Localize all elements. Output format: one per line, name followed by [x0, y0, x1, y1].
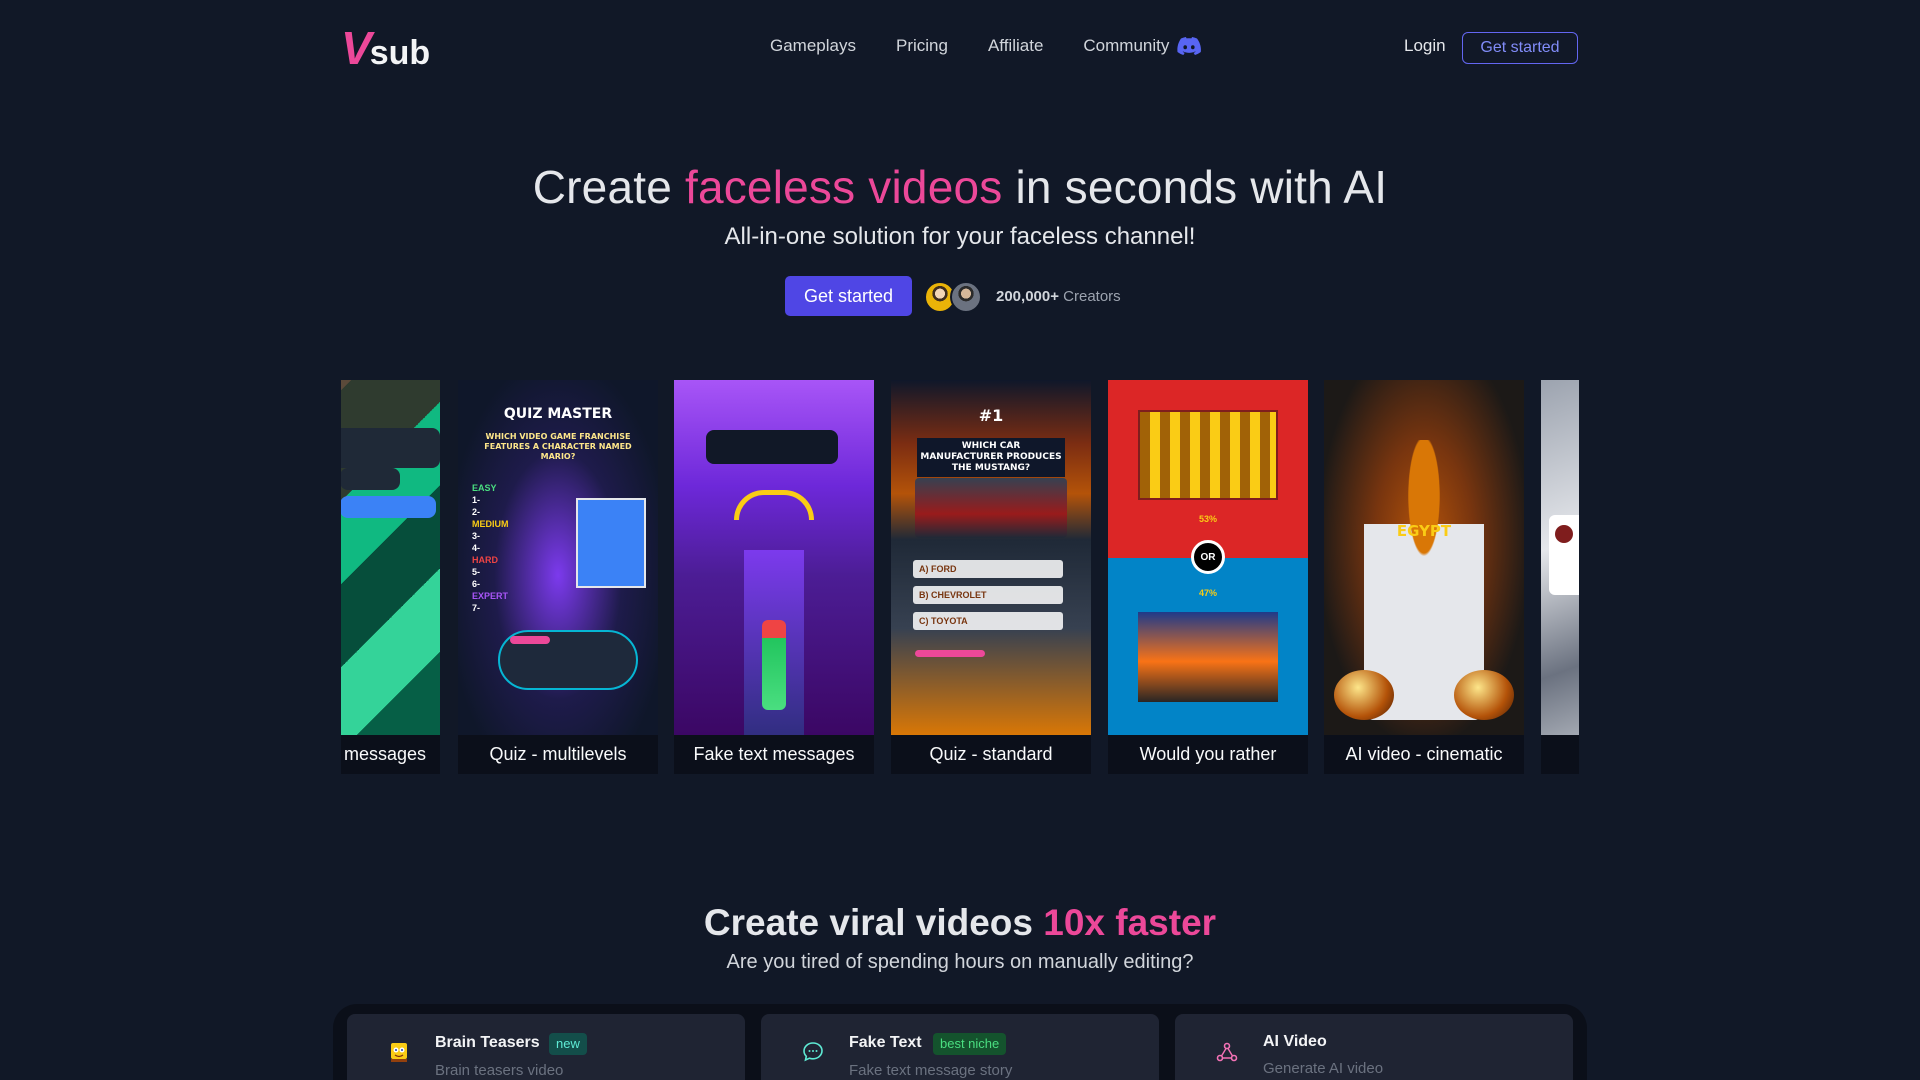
- option-a-percent: 53%: [1198, 514, 1217, 524]
- creators-label: Creators: [1058, 288, 1121, 305]
- nav-link-gameplays[interactable]: Gameplays: [770, 36, 856, 56]
- section-subtitle: Are you tired of spending hours on manua…: [726, 951, 1194, 973]
- feature-description: Generate AI video: [1263, 1060, 1384, 1077]
- feature-name: AI Video: [1263, 1033, 1327, 1050]
- quiz-master-title: QUIZ MASTER: [503, 406, 613, 422]
- hero-title: Create faceless videos in seconds with A…: [0, 160, 1920, 214]
- card-label: Quiz - standard: [929, 744, 1053, 764]
- section-title: Create viral videos 10x faster: [0, 902, 1920, 944]
- section-title-accent: 10x faster: [1043, 902, 1217, 943]
- nav-link-community-label: Community: [1083, 36, 1170, 55]
- nav-link-affiliate[interactable]: Affiliate: [988, 36, 1043, 56]
- nav-link-pricing[interactable]: Pricing: [896, 36, 948, 56]
- carousel-card-partial[interactable]: [1541, 380, 1579, 774]
- nav-get-started-button[interactable]: Get started: [1462, 32, 1578, 64]
- ai-nodes-icon: [1215, 1040, 1239, 1064]
- vsub-logo[interactable]: V sub: [341, 22, 431, 74]
- quiz-option: C) TOYOTA: [913, 612, 1063, 630]
- feature-description: Brain teasers video: [435, 1062, 564, 1079]
- hero-title-prefix: Create: [532, 161, 685, 213]
- discord-icon: [1177, 37, 1202, 55]
- creators-count: 200,000+ Creators: [996, 288, 1121, 305]
- or-badge: OR: [1191, 540, 1225, 574]
- section-title-prefix: Create viral videos: [703, 902, 1044, 943]
- card-thumbnail: [341, 380, 440, 735]
- feature-card-fake-text[interactable]: Fake Text best niche Fake text message s…: [761, 1014, 1159, 1080]
- creator-avatars: [924, 281, 982, 313]
- sunset-image: [1138, 612, 1278, 702]
- nav-link-community[interactable]: Community: [1083, 36, 1202, 56]
- card-label: [1541, 735, 1579, 774]
- quiz-question: WHICH CAR MANUFACTURER PRODUCES THE MUST…: [917, 438, 1065, 477]
- top-navigation: V sub Gameplays Pricing Affiliate Commun…: [0, 0, 1920, 96]
- logo-text: sub: [369, 34, 431, 72]
- quiz-rank: #1: [978, 406, 1004, 425]
- best-niche-badge: best niche: [933, 1033, 1007, 1055]
- avatar: [950, 281, 982, 313]
- hero-title-suffix: in seconds with AI: [1002, 161, 1388, 213]
- coins-image: [1138, 410, 1278, 500]
- card-label: Quiz - multilevels: [489, 744, 627, 764]
- creators-number: 200,000+: [996, 288, 1059, 305]
- card-thumbnail: EGYPT: [1324, 380, 1524, 735]
- card-label: Fake text messages: [693, 744, 855, 764]
- new-badge: new: [549, 1033, 587, 1055]
- hero-subtitle: All-in-one solution for your faceless ch…: [724, 223, 1196, 250]
- carousel-card-messages[interactable]: messages: [341, 380, 440, 774]
- carousel-card-fake-text-messages[interactable]: Fake text messages: [674, 380, 874, 774]
- nav-links: Gameplays Pricing Affiliate Community: [770, 36, 1202, 56]
- carousel-card-would-you-rather[interactable]: 53% OR 47% Would you rather: [1108, 380, 1308, 774]
- sponge-character-icon: [387, 1040, 411, 1064]
- card-label: Would you rather: [1139, 744, 1277, 764]
- quiz-option: A) FORD: [913, 560, 1063, 578]
- quiz-option: B) CHEVROLET: [913, 586, 1063, 604]
- card-thumbnail: [1541, 380, 1579, 735]
- card-thumbnail: #1 WHICH CAR MANUFACTURER PRODUCES THE M…: [891, 380, 1091, 735]
- carousel-card-ai-video-cinematic[interactable]: EGYPT AI video - cinematic: [1324, 380, 1524, 774]
- gameplay-carousel[interactable]: messages QUIZ MASTER WHICH VIDEO GAME FR…: [341, 380, 1579, 774]
- card-thumbnail: 53% OR 47%: [1108, 380, 1308, 735]
- card-thumbnail: [674, 380, 874, 735]
- egypt-caption: EGYPT: [1396, 522, 1452, 540]
- card-label: AI video - cinematic: [1345, 744, 1503, 764]
- option-b-percent: 47%: [1198, 588, 1217, 598]
- login-link[interactable]: Login: [1404, 36, 1446, 56]
- feature-name: Brain Teasers: [435, 1034, 540, 1051]
- carousel-card-quiz-standard[interactable]: #1 WHICH CAR MANUFACTURER PRODUCES THE M…: [891, 380, 1091, 774]
- quiz-question: WHICH VIDEO GAME FRANCHISE FEATURES A CH…: [484, 432, 632, 461]
- feature-name: Fake Text: [849, 1034, 922, 1051]
- feature-card-ai-video[interactable]: AI Video Generate AI video: [1175, 1014, 1573, 1080]
- chat-bubble-icon: [801, 1040, 825, 1064]
- hero-get-started-button[interactable]: Get started: [785, 276, 912, 316]
- logo-mark: V: [341, 22, 372, 74]
- feature-card-brain-teasers[interactable]: Brain Teasers new Brain teasers video: [347, 1014, 745, 1080]
- card-label: messages: [343, 744, 426, 764]
- hero-title-accent: faceless videos: [684, 161, 1003, 213]
- quiz-levels: EASY 1- 2- MEDIUM 3- 4- HARD 5- 6- EXPER…: [472, 483, 509, 613]
- feature-description: Fake text message story: [849, 1062, 1013, 1079]
- carousel-card-quiz-multilevels[interactable]: QUIZ MASTER WHICH VIDEO GAME FRANCHISE F…: [458, 380, 658, 774]
- card-thumbnail: QUIZ MASTER WHICH VIDEO GAME FRANCHISE F…: [458, 380, 658, 735]
